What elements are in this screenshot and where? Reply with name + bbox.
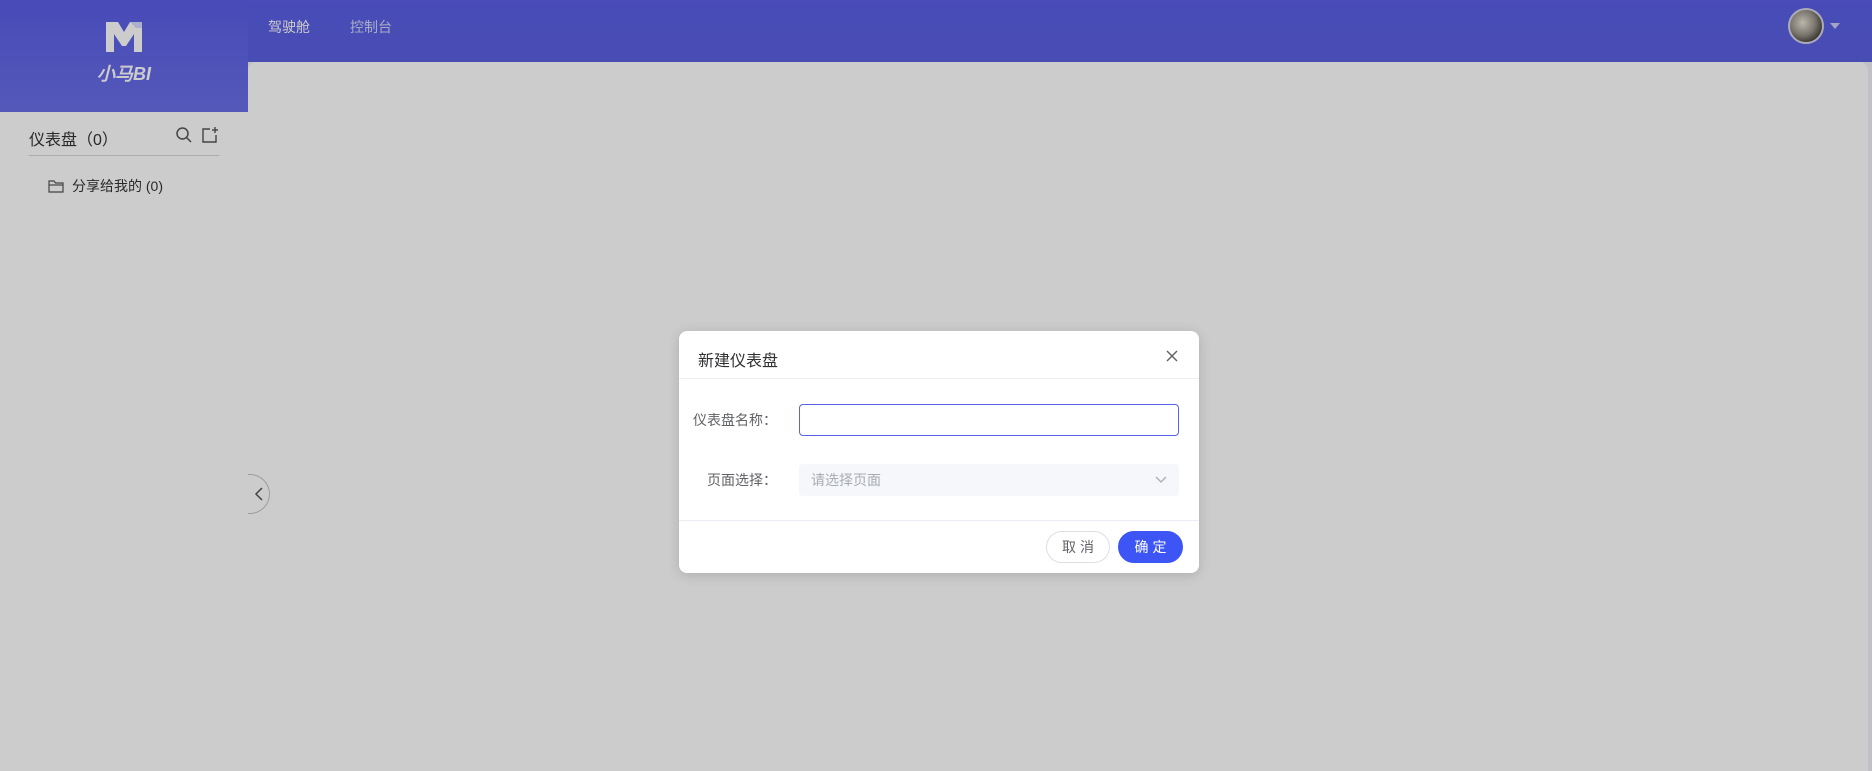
name-label: 仪表盘名称： bbox=[693, 412, 777, 428]
dialog-title: 新建仪表盘 bbox=[698, 353, 779, 370]
form-row-name: 仪表盘名称： bbox=[679, 404, 1199, 436]
form-row-page: 页面选择： 请选择页面 bbox=[679, 464, 1199, 496]
chevron-down-icon bbox=[1155, 476, 1167, 483]
confirm-button[interactable]: 确定 bbox=[1118, 531, 1183, 563]
page-select-placeholder: 请选择页面 bbox=[811, 472, 881, 488]
page-select[interactable]: 请选择页面 bbox=[799, 464, 1179, 496]
close-icon[interactable] bbox=[1165, 349, 1179, 363]
page-label: 页面选择： bbox=[707, 472, 777, 488]
new-dashboard-dialog: 新建仪表盘 仪表盘名称： 页面选择： 请选择页面 取消 确定 bbox=[679, 331, 1199, 573]
dialog-header: 新建仪表盘 bbox=[679, 331, 1199, 379]
dashboard-name-input[interactable] bbox=[799, 404, 1179, 436]
cancel-button[interactable]: 取消 bbox=[1046, 531, 1110, 563]
dialog-footer: 取消 确定 bbox=[679, 520, 1199, 573]
